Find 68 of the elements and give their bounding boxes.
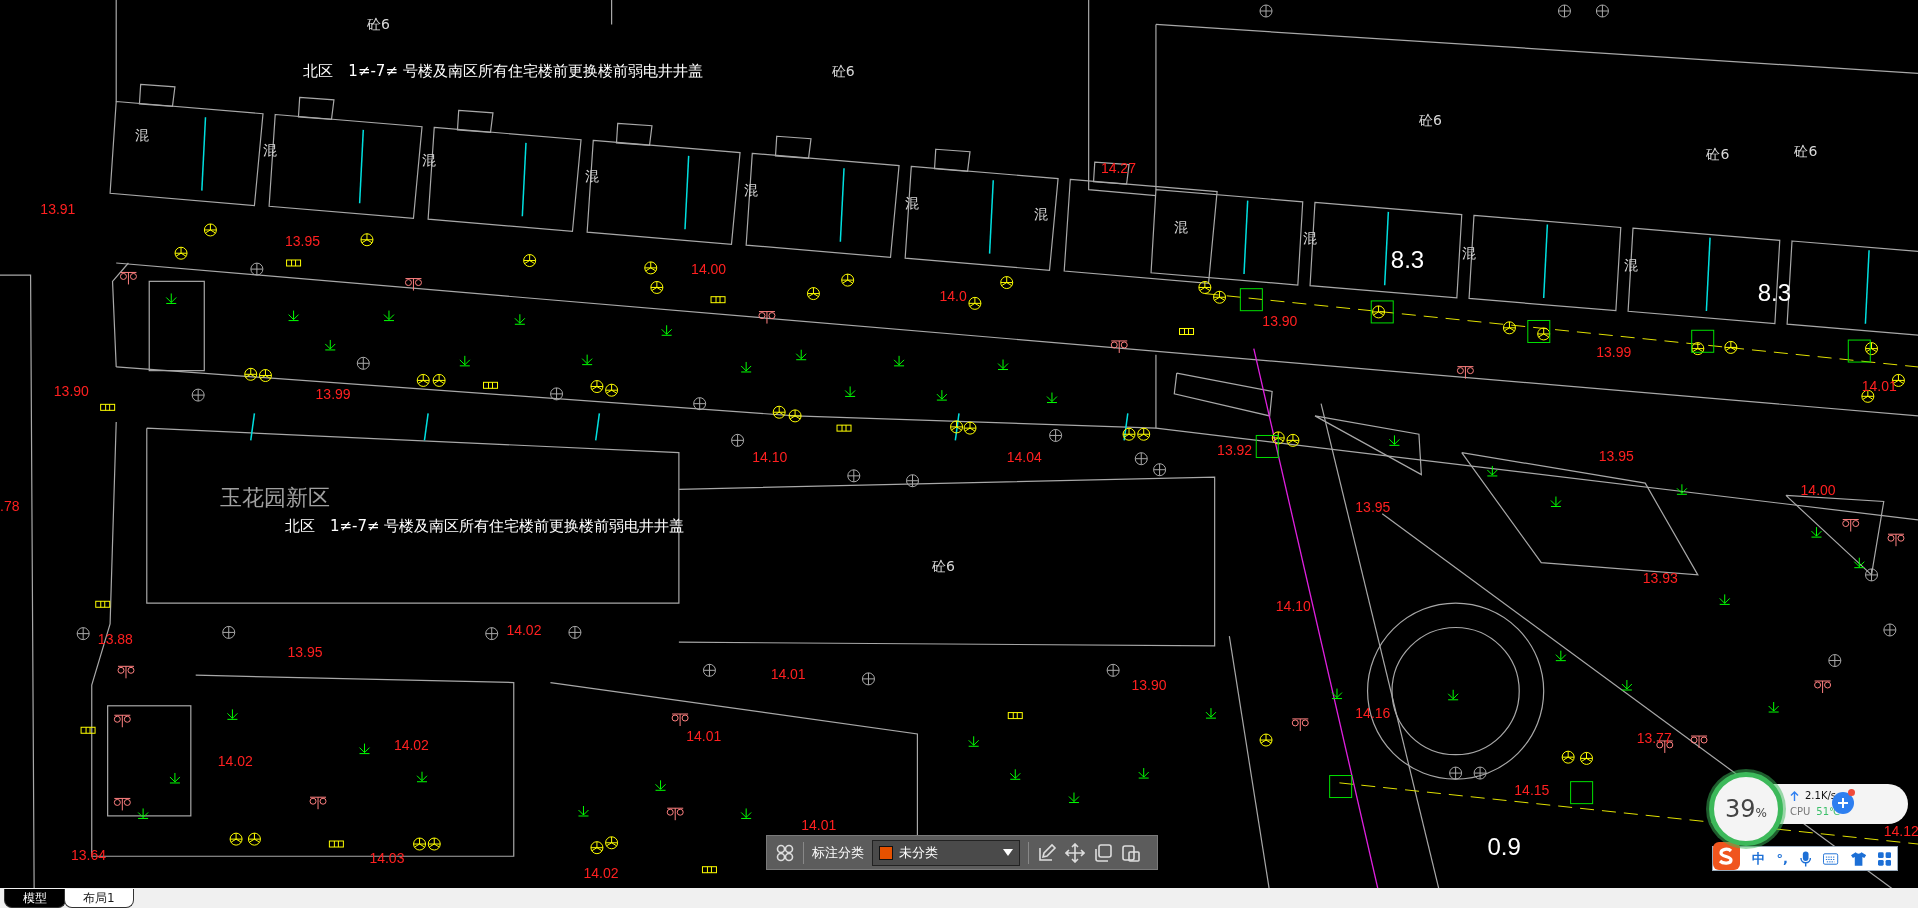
building-label: 混 xyxy=(1461,245,1476,260)
elevation-label: 14.03 xyxy=(369,851,405,866)
building-label: 混 xyxy=(263,143,277,158)
building-label: 砼6 xyxy=(831,63,855,78)
elevation-label: 13.93 xyxy=(1642,571,1678,586)
elevation-label: 13.92 xyxy=(1217,442,1253,457)
building-label: 砼6 xyxy=(366,17,390,32)
annotation-text: 北区 1≠-7≠ 号楼及南区所有住宅楼前更换楼前弱电井井盖 xyxy=(303,63,703,79)
elevation-label: 13.95 xyxy=(1598,448,1634,463)
elevation-label: .78 xyxy=(0,499,20,514)
elevation-label: 13.95 xyxy=(1355,500,1391,515)
elevation-label: 14.0 xyxy=(939,288,967,303)
elevation-label: 14.02 xyxy=(217,753,253,768)
elevation-label: 13.91 xyxy=(40,201,76,216)
network-speed: 2.1K/s xyxy=(1805,790,1837,802)
building-label: 混 xyxy=(134,128,149,143)
language-mode-toggle[interactable]: 中 xyxy=(1751,849,1765,868)
elevation-label: 13.90 xyxy=(1262,314,1298,329)
building-label: 混 xyxy=(1302,231,1317,246)
memory-usage-gauge[interactable]: 39% xyxy=(1709,772,1783,846)
category-select[interactable]: 未分类 xyxy=(872,839,1020,866)
elevation-label: 14.01 xyxy=(1861,379,1897,394)
building-label: 混 xyxy=(1174,220,1189,235)
elevation-label: 14.01 xyxy=(770,666,806,681)
elevation-label: 13.64 xyxy=(70,847,106,862)
building-label: 混 xyxy=(1624,258,1639,273)
building-label: 混 xyxy=(584,168,599,183)
building-label: 混 xyxy=(905,195,920,210)
annotation-text: 北区 1≠-7≠ 号楼及南区所有住宅楼前更换楼前弱电井井盖 xyxy=(285,518,685,534)
layout-tab[interactable]: 模型 xyxy=(4,889,66,908)
building-label: 混 xyxy=(743,183,758,198)
elevation-label: 14.00 xyxy=(691,261,727,276)
elevation-label: 13.95 xyxy=(285,233,321,248)
dimension-label: 8.3 xyxy=(1390,248,1425,273)
elevation-label: 14.15 xyxy=(1514,782,1550,797)
elevation-label: 14.02 xyxy=(583,866,619,881)
elevation-label: 14.10 xyxy=(1275,599,1311,614)
cpu-label: CPU xyxy=(1790,806,1811,818)
dimension-label: 8.3 xyxy=(1757,281,1792,306)
building-label: 混 xyxy=(1033,206,1048,221)
elevation-label: 14.04 xyxy=(1006,450,1042,465)
elevation-label: 13.77 xyxy=(1636,731,1672,746)
elevation-label: 14.02 xyxy=(393,737,429,752)
building-label: 砼6 xyxy=(932,559,955,573)
layout-tab[interactable]: 布局1 xyxy=(64,889,134,908)
building-label: 混 xyxy=(422,152,436,167)
elevation-label: 14.10 xyxy=(752,450,788,465)
elevation-label: 14.00 xyxy=(1800,483,1836,498)
memory-percent: 39% xyxy=(1725,795,1767,823)
dimension-label: 0.9 xyxy=(1487,835,1521,860)
elevation-label: 13.90 xyxy=(1131,677,1167,692)
category-label: 标注分类 xyxy=(812,843,864,862)
elevation-label: 14.01 xyxy=(686,729,722,744)
area-name-label: 玉花园新区 xyxy=(220,486,331,509)
elevation-label: 14.16 xyxy=(1355,705,1391,720)
elevation-label: 14.02 xyxy=(506,622,542,637)
building-label: 砼6 xyxy=(1706,146,1730,161)
elevation-label: 14.01 xyxy=(801,818,837,833)
elevation-label: 14.12 xyxy=(1883,824,1918,839)
punctuation-toggle[interactable]: °, xyxy=(1776,851,1788,866)
elevation-label: 13.95 xyxy=(287,644,323,659)
elevation-label: 13.90 xyxy=(53,384,89,399)
elevation-label: 13.99 xyxy=(1596,344,1632,359)
elevation-label: 14.27 xyxy=(1100,161,1136,176)
elevation-label: 13.88 xyxy=(97,632,133,647)
elevation-label: 13.99 xyxy=(315,386,351,401)
building-label: 砼6 xyxy=(1794,144,1818,159)
building-label: 砼6 xyxy=(1418,112,1442,127)
